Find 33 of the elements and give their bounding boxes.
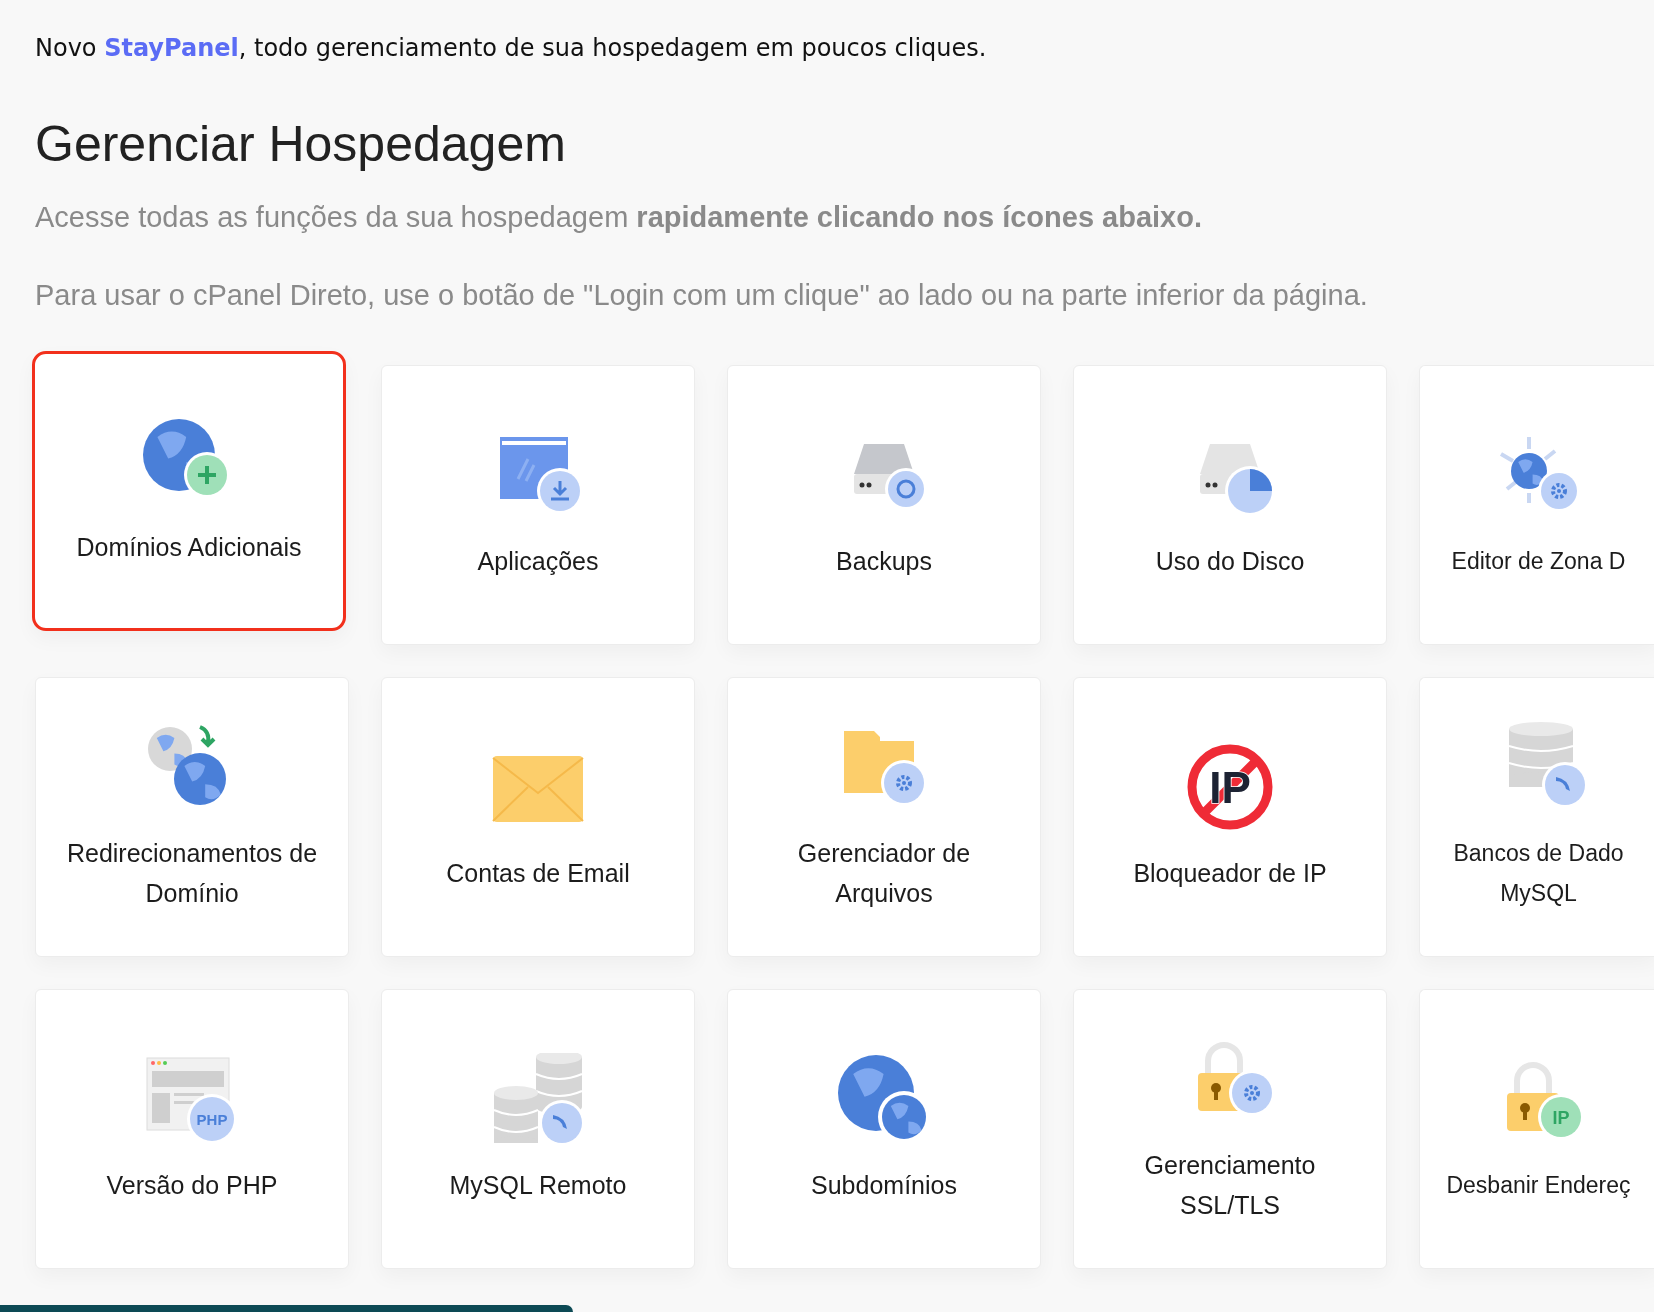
tile-label: Bloqueador de IP: [1133, 858, 1327, 889]
tile-label: Aplicações: [477, 546, 599, 577]
service-tile[interactable]: Contas de Email: [381, 677, 695, 957]
tile-label: MySQL Remoto: [449, 1170, 627, 1201]
tile-label: Versão do PHP: [106, 1170, 278, 1201]
service-tile[interactable]: MySQL Remoto: [381, 989, 695, 1269]
service-tile[interactable]: Subdomínios: [727, 989, 1041, 1269]
service-tile[interactable]: Redirecionamentos de Domínio: [35, 677, 349, 957]
service-tile[interactable]: IP Desbanir Endereç: [1419, 989, 1654, 1269]
service-tile[interactable]: PHP Versão do PHP: [35, 989, 349, 1269]
service-tile[interactable]: Aplicações: [381, 365, 695, 645]
service-tile[interactable]: Bancos de Dado MySQL: [1419, 677, 1654, 957]
subtitle-text: Acesse todas as funções da sua hospedagem rapidamente clicando nos ícones abaixo.: [35, 200, 1203, 235]
service-tile[interactable]: Domínios Adicionais: [32, 351, 346, 631]
page-title: Gerenciar Hospedagem: [35, 115, 567, 174]
tile-label: Domínios Adicionais: [76, 532, 302, 563]
note-text: Para usar o cPanel Direto, use o botão de "Login com um clique" ao lado ou na parte inferior da página.: [35, 277, 1369, 313]
service-tile[interactable]: Uso do Disco: [1073, 365, 1387, 645]
tile-label: Subdomínios: [811, 1170, 957, 1201]
service-tile[interactable]: Gerenciamento SSL/TLS: [1073, 989, 1387, 1269]
tile-label: Backups: [836, 546, 932, 577]
tile-label: Desbanir Endereç: [1446, 1171, 1631, 1200]
tile-label: Gerenciador de Arquivos: [796, 838, 972, 909]
service-tile[interactable]: Backups: [727, 365, 1041, 645]
tile-label: Editor de Zona D: [1451, 547, 1626, 576]
tile-label: Bancos de Dado MySQL: [1452, 839, 1625, 908]
tile-label: Gerenciamento SSL/TLS: [1143, 1150, 1317, 1221]
service-tile[interactable]: Editor de Zona D: [1419, 365, 1654, 645]
service-tile[interactable]: Gerenciador de Arquivos: [727, 677, 1041, 957]
intro-text: Novo StayPanel, todo gerenciamento de sua hospedagem em poucos cliques.: [35, 33, 988, 64]
tile-label: Contas de Email: [446, 858, 630, 889]
tile-label: Redirecionamentos de Domínio: [66, 838, 318, 909]
tile-label: Uso do Disco: [1155, 546, 1305, 577]
